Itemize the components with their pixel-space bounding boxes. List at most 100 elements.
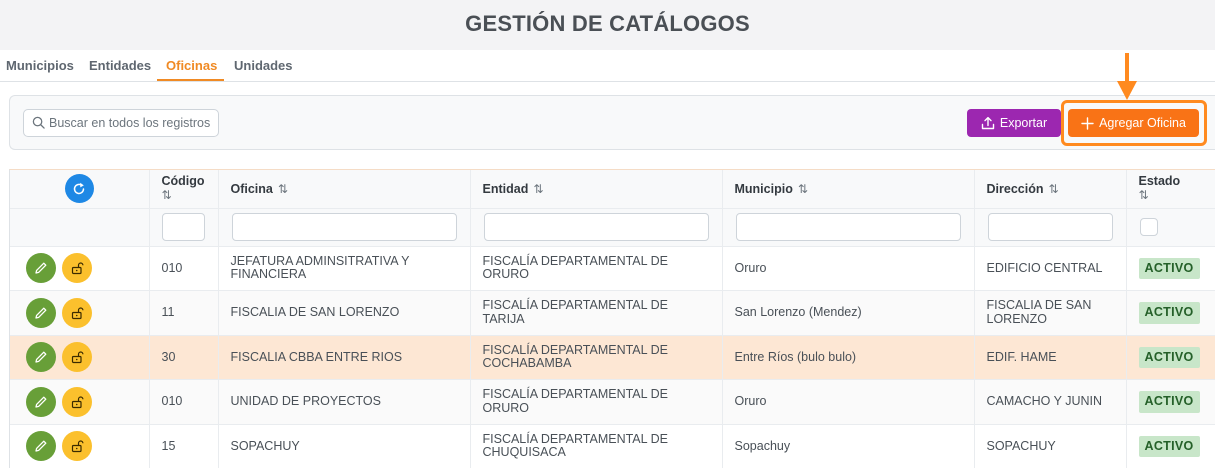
arrow-down-icon [1117,53,1137,100]
cell-oficina: SOPACHUY [218,424,471,468]
column-header-oficina-label: Oficina [230,181,273,196]
unlock-icon [71,307,84,319]
column-header-municipio[interactable]: Municipio ⇅ [722,170,975,209]
plus-icon [1081,116,1094,130]
upload-icon [981,116,995,130]
table-row: 010 UNIDAD DE PROYECTOS FISCALÍA DEPARTA… [10,379,1215,425]
tab-bar: Municipios Entidades Oficinas Unidades [0,50,1215,82]
filter-cell-estado [1126,208,1215,247]
cell-oficina: JEFATURA ADMINSITRATIVA Y FINANCIERA [218,246,471,291]
sort-icon: ⇅ [797,181,808,196]
toolbar: Exportar Agregar Oficina [9,95,1215,150]
add-office-button[interactable]: Agregar Oficina [1068,109,1199,137]
cell-entidad: FISCALÍA DEPARTAMENTAL DE CHUQUISACA [470,424,723,468]
cell-codigo: 010 [149,379,219,425]
unlock-button[interactable] [62,386,92,417]
cell-estado: ACTIVO [1126,335,1215,380]
column-header-codigo[interactable]: Código ⇅ [149,170,219,209]
cell-direccion: EDIFICIO CENTRAL [974,246,1127,291]
filter-cell-codigo [149,208,219,247]
column-header-municipio-label: Municipio [734,181,793,196]
unlock-button[interactable] [62,297,92,328]
cell-municipio: Oruro [722,246,975,291]
sort-icon: ⇅ [1138,188,1149,203]
cell-oficina: FISCALIA CBBA ENTRE RIOS [218,335,471,380]
filter-checkbox-estado[interactable] [1139,218,1158,236]
tab-unidades[interactable]: Unidades [234,58,293,73]
filter-cell-entidad [470,208,723,247]
filter-input-entidad[interactable] [483,213,709,241]
sort-icon: ⇅ [161,188,172,203]
unlock-icon [71,262,84,275]
row-actions [10,424,150,468]
refresh-button[interactable] [64,174,94,204]
filter-cell-direccion [974,208,1127,247]
table-row: 010 JEFATURA ADMINSITRATIVA Y FINANCIERA… [10,246,1215,291]
pencil-icon [35,307,47,319]
column-header-entidad[interactable]: Entidad ⇅ [470,170,723,209]
edit-button[interactable] [26,253,56,284]
pencil-icon [35,351,47,363]
column-header-oficina[interactable]: Oficina ⇅ [218,170,471,209]
status-badge: ACTIVO [1138,391,1200,413]
cell-entidad: FISCALÍA DEPARTAMENTAL DE TARIJA [470,290,723,336]
cell-codigo: 010 [149,246,219,291]
cell-oficina: UNIDAD DE PROYECTOS [218,379,471,425]
edit-button[interactable] [26,297,56,328]
unlock-button[interactable] [62,431,92,462]
filter-input-oficina[interactable] [231,213,457,241]
cell-estado: ACTIVO [1126,290,1215,336]
column-header-direccion[interactable]: Dirección ⇅ [974,170,1127,209]
column-header-direccion-label: Dirección [986,181,1044,196]
refresh-icon [74,182,85,194]
column-header-entidad-label: Entidad [482,181,529,196]
cell-municipio: San Lorenzo (Mendez) [722,290,975,336]
header-bar: GESTIÓN DE CATÁLOGOS [0,0,1215,50]
filter-input-direccion[interactable] [987,213,1113,241]
row-actions [10,246,150,291]
export-button[interactable]: Exportar [967,109,1061,137]
edit-button[interactable] [26,342,56,373]
export-button-label: Exportar [999,116,1048,130]
row-actions [10,290,150,336]
edit-button[interactable] [26,386,56,417]
search-input[interactable] [49,114,215,132]
cell-entidad: FISCALÍA DEPARTAMENTAL DE COCHABAMBA [470,335,723,380]
cell-estado: ACTIVO [1126,379,1215,425]
cell-direccion: FISCALIA DE SAN LORENZO [974,290,1127,336]
column-header-estado[interactable]: Estado ⇅ [1126,170,1215,209]
tab-entidades[interactable]: Entidades [89,58,151,73]
filter-cell-municipio [722,208,975,247]
page-title: GESTIÓN DE CATÁLOGOS [465,11,750,36]
status-badge: ACTIVO [1138,302,1200,324]
tab-oficinas[interactable]: Oficinas [166,58,217,73]
unlock-icon [71,440,84,453]
cell-estado: ACTIVO [1126,246,1215,291]
cell-oficina: FISCALIA DE SAN LORENZO [218,290,471,336]
status-badge: ACTIVO [1138,435,1200,457]
cell-codigo: 15 [149,424,219,468]
filter-input-municipio[interactable] [735,213,961,241]
refresh-header-cell [10,170,150,209]
edit-button[interactable] [26,431,56,462]
cell-codigo: 11 [149,290,219,336]
row-actions [10,335,150,380]
cell-municipio: Sopachuy [722,424,975,468]
unlock-button[interactable] [62,342,92,373]
cell-municipio: Entre Ríos (bulo bulo) [722,335,975,380]
table-row: 30 FISCALIA CBBA ENTRE RIOS FISCALÍA DEP… [10,335,1215,380]
filter-cell-empty [10,208,150,247]
sort-icon: ⇅ [1048,181,1059,196]
offices-table: Código ⇅ Oficina ⇅ Entidad ⇅ Municipio ⇅ Di… [9,169,1215,468]
filter-input-codigo[interactable] [161,213,205,241]
filter-cell-oficina [218,208,471,247]
cell-direccion: EDIF. HAME [974,335,1127,380]
status-badge: ACTIVO [1138,257,1200,279]
tab-municipios[interactable]: Municipios [6,58,74,73]
sort-icon: ⇅ [533,181,544,196]
table-row: 15 SOPACHUY FISCALÍA DEPARTAMENTAL DE CH… [10,424,1215,468]
unlock-button[interactable] [62,253,92,284]
sort-icon: ⇅ [277,181,288,196]
status-badge: ACTIVO [1138,346,1200,368]
add-office-button-label: Agregar Oficina [1099,116,1186,130]
